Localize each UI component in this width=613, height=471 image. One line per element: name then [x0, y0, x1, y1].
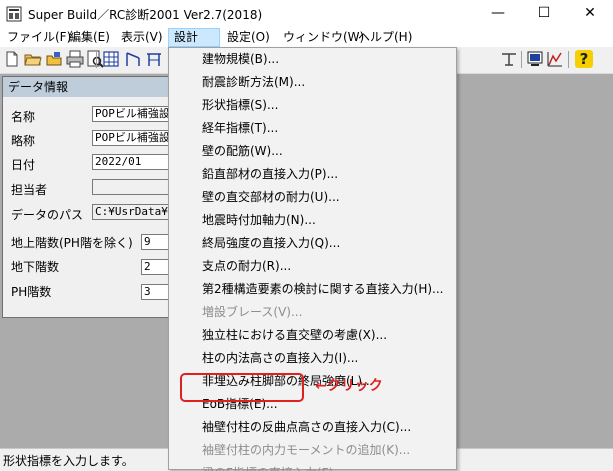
- menu-item-wing-wall-inflection-height[interactable]: 袖壁付柱の反曲点高さの直接入力(C)...: [169, 416, 456, 439]
- window-title: Super Build／RC診断2001 Ver2.7(2018): [28, 8, 263, 22]
- data-info-window: データ情報 名称 POPビル補強設 略称 POPビル補強設 日付 2022/01…: [2, 76, 184, 318]
- menu-item-shape-index[interactable]: 形状指標(S)...: [169, 94, 456, 117]
- menu-item-building-scale[interactable]: 建物規模(B)...: [169, 48, 456, 71]
- menu-item-seismic-axial-force[interactable]: 地震時付加軸力(N)...: [169, 209, 456, 232]
- wall-icon[interactable]: [500, 50, 518, 68]
- graph-icon[interactable]: [546, 50, 564, 68]
- save-icon[interactable]: [45, 50, 63, 68]
- date-label: 日付: [11, 158, 36, 172]
- menu-help[interactable]: ヘルプ(H): [353, 28, 417, 47]
- menu-item-added-brace: 増設ブレース(V)...: [202, 305, 303, 319]
- menu-item-independent-column-wall[interactable]: 独立柱における直交壁の考慮(X)...: [169, 324, 456, 347]
- title-bar: Super Build／RC診断2001 Ver2.7(2018) — ☐ ✕: [0, 0, 613, 28]
- short-name-label: 略称: [11, 134, 36, 148]
- close-button[interactable]: ✕: [567, 0, 613, 28]
- name-label: 名称: [11, 110, 36, 124]
- menu-item-vertical-member-input[interactable]: 鉛直部材の直接入力(P)...: [169, 163, 456, 186]
- menu-item-seismic-method[interactable]: 耐震診断方法(M)...: [169, 71, 456, 94]
- building-icon[interactable]: [102, 50, 120, 68]
- help-icon[interactable]: ?: [575, 50, 593, 68]
- design-menu-dropdown: 建物規模(B)... 耐震診断方法(M)... 形状指標(S)... 経年指標(…: [168, 47, 457, 471]
- menu-item-type2-element-input[interactable]: 第2種構造要素の検討に関する直接入力(H)...: [169, 278, 456, 301]
- minimize-button[interactable]: —: [475, 0, 521, 28]
- menu-item-ultimate-strength-input[interactable]: 終局強度の直接入力(Q)...: [169, 232, 456, 255]
- basement-floors-label: 地下階数: [11, 260, 60, 274]
- highlight-box: [180, 373, 304, 402]
- app-icon: [6, 6, 22, 22]
- toolbar-separator: [568, 51, 569, 68]
- status-text: 形状指標を入力します。: [3, 454, 134, 468]
- data-info-title: データ情報: [3, 77, 183, 97]
- open-folder-icon[interactable]: [24, 50, 42, 68]
- menu-item-wall-orthogonal-strength[interactable]: 壁の直交部材の耐力(U)...: [169, 186, 456, 209]
- menu-view[interactable]: 表示(V): [116, 28, 168, 47]
- person-in-charge-label: 担当者: [11, 183, 48, 197]
- toolbar-separator: [96, 51, 97, 68]
- menu-edit[interactable]: 編集(E): [64, 28, 115, 47]
- ph-floors-label: PH階数: [11, 285, 52, 299]
- chart-window-icon[interactable]: [526, 50, 544, 68]
- toolbar-separator: [521, 51, 522, 68]
- menu-bar: ファイル(F) 編集(E) 表示(V) 設計(D) 設定(O) ウィンドウ(W)…: [0, 28, 613, 61]
- menu-item-wing-wall-moment-add: 袖壁付柱の内力モーメントの追加(K)...: [202, 443, 411, 457]
- new-file-icon[interactable]: [3, 50, 21, 68]
- click-annotation: ←クリック: [315, 378, 383, 394]
- menu-design[interactable]: 設計(D): [168, 28, 220, 61]
- menu-item-column-clear-height[interactable]: 柱の内法高さの直接入力(I)...: [169, 347, 456, 370]
- above-ground-floors-label: 地上階数(PH階を除く): [11, 236, 133, 250]
- frame-icon[interactable]: [145, 50, 163, 68]
- structure-icon[interactable]: [124, 50, 142, 68]
- menu-item-wall-reinforcement[interactable]: 壁の配筋(W)...: [169, 140, 456, 163]
- menu-settings[interactable]: 設定(O): [222, 28, 275, 47]
- menu-item-support-strength[interactable]: 支点の耐力(R)...: [169, 255, 456, 278]
- print-icon[interactable]: [66, 50, 84, 68]
- maximize-button[interactable]: ☐: [521, 0, 567, 28]
- data-path-label: データのパス: [11, 208, 84, 222]
- menu-item-aging-index[interactable]: 経年指標(T)...: [169, 117, 456, 140]
